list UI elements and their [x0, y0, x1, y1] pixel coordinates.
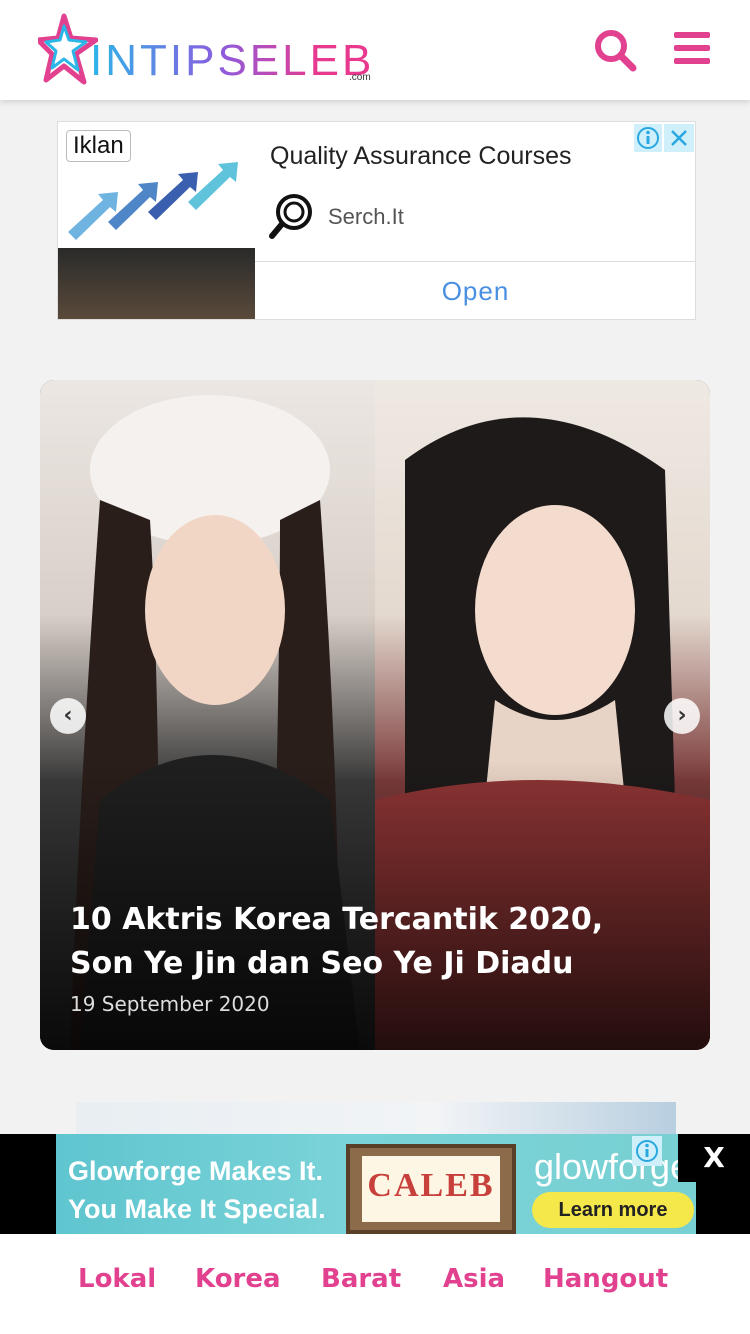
- ad-image: Iklan: [58, 122, 255, 319]
- ad-open-button[interactable]: Open: [255, 262, 696, 320]
- nav-item-lokal[interactable]: Lokal: [78, 1264, 156, 1294]
- slider-next-icon[interactable]: ›: [664, 698, 700, 734]
- nav-item-hangout[interactable]: Hangout: [543, 1264, 668, 1294]
- ad-close-icon[interactable]: [664, 124, 694, 152]
- category-nav: Lokal Korea Barat Asia Hangout: [0, 1234, 750, 1334]
- featured-slider[interactable]: 10 Aktris Korea Tercantik 2020, Son Ye J…: [40, 380, 710, 1050]
- bottom-ad-close-button[interactable]: X: [678, 1134, 750, 1182]
- ad-badge: Iklan: [66, 130, 131, 162]
- bottom-ad-creative[interactable]: Glowforge Makes It. You Make It Special.…: [56, 1134, 696, 1234]
- slider-prev-icon[interactable]: ‹: [50, 698, 86, 734]
- top-ad-banner[interactable]: Iklan Quality Assurance Courses Serch.It…: [57, 121, 696, 320]
- star-logo-icon: [38, 13, 98, 85]
- bottom-ad-frame-text: CALEB: [362, 1156, 500, 1222]
- logo-wordmark: INTIPSELEB: [90, 36, 375, 85]
- hamburger-menu-icon[interactable]: [672, 30, 712, 66]
- ad-advertiser: Serch.It: [328, 204, 404, 229]
- bottom-ad-learn-more-button[interactable]: Learn more: [532, 1192, 694, 1228]
- bottom-ad-headline: Glowforge Makes It. You Make It Special.: [68, 1152, 338, 1228]
- ad-title[interactable]: Quality Assurance Courses: [270, 142, 572, 171]
- site-header: INTIPSELEB .com: [0, 0, 750, 100]
- slide-date: 19 September 2020: [70, 992, 270, 1016]
- slide-title[interactable]: 10 Aktris Korea Tercantik 2020, Son Ye J…: [70, 898, 670, 986]
- bottom-ad-frame-image: CALEB: [346, 1144, 516, 1234]
- ad-info-icon[interactable]: [634, 124, 662, 152]
- bottom-ad-info-icon[interactable]: [632, 1136, 662, 1166]
- bottom-ad-bar[interactable]: Glowforge Makes It. You Make It Special.…: [0, 1134, 750, 1234]
- search-icon[interactable]: [592, 27, 638, 73]
- site-logo[interactable]: INTIPSELEB .com: [38, 12, 383, 90]
- bottom-ad-headline-text: Glowforge Makes It. You Make It Special.: [68, 1156, 326, 1224]
- bottom-ad-brand: glowforge: [534, 1146, 691, 1187]
- nav-item-korea[interactable]: Korea: [195, 1264, 281, 1294]
- magnifier-logo-icon: [269, 194, 312, 239]
- logo-suffix: .com: [349, 72, 371, 83]
- nav-item-asia[interactable]: Asia: [443, 1264, 505, 1294]
- nav-item-barat[interactable]: Barat: [321, 1264, 401, 1294]
